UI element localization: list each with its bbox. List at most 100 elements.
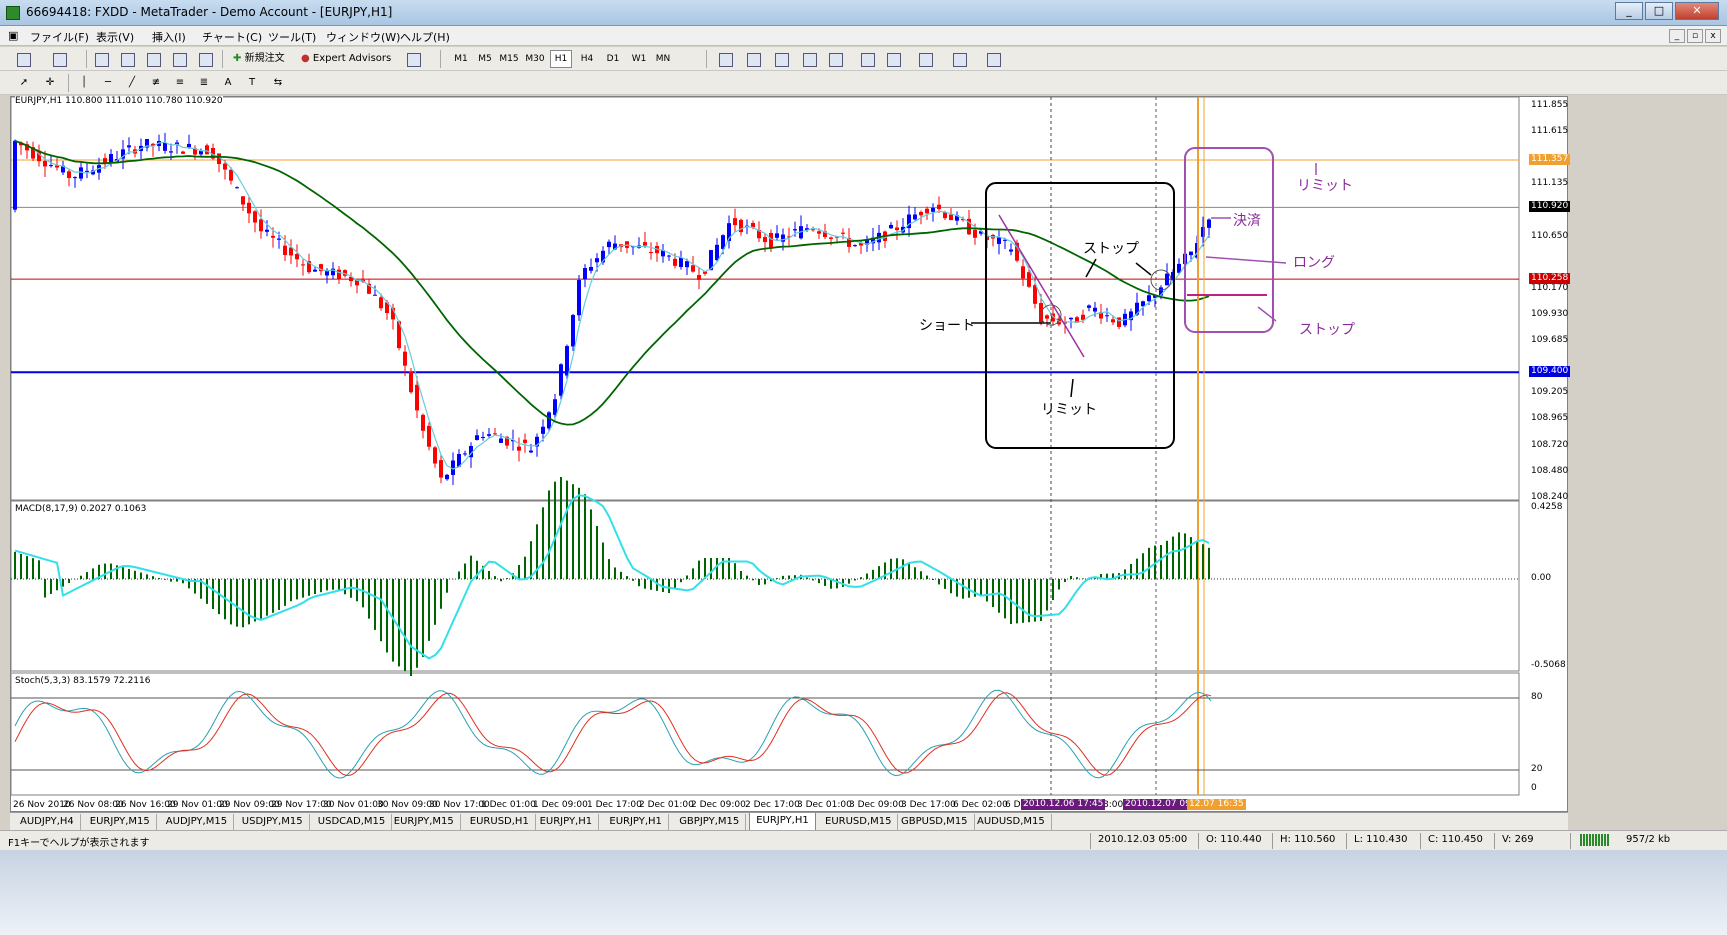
candle: [199, 151, 203, 155]
maximize-button[interactable]: □: [1645, 2, 1673, 20]
annotation-stop-1: ストップ: [1083, 241, 1139, 257]
chart-tab[interactable]: USDJPY,M15: [236, 814, 310, 830]
candle: [763, 237, 767, 243]
candle: [445, 474, 449, 480]
menu-tools[interactable]: ツール(T): [268, 29, 316, 45]
candle: [373, 294, 377, 296]
indicators-icon[interactable]: [916, 50, 936, 68]
chart-tab[interactable]: AUDUSD,M15: [971, 814, 1052, 830]
annotation-limit-1: リミット: [1041, 402, 1097, 418]
price-axis-label: 109.685: [1531, 335, 1569, 346]
fibo-fan-icon[interactable]: ≣: [194, 74, 214, 92]
data-window-icon[interactable]: [118, 50, 138, 68]
candle: [997, 237, 1001, 244]
menu-chart[interactable]: チャート(C): [202, 29, 262, 45]
price-axis-label: 110.650: [1531, 230, 1569, 241]
navigator-icon[interactable]: [144, 50, 164, 68]
new-chart-icon[interactable]: [14, 50, 34, 68]
tf-h4[interactable]: H4: [576, 50, 598, 68]
candle: [697, 275, 701, 280]
doc-icon: ▣: [8, 29, 19, 42]
terminal-icon[interactable]: [170, 50, 190, 68]
tf-m15[interactable]: M15: [498, 50, 520, 68]
candle: [691, 265, 695, 272]
chart-tab[interactable]: AUDJPY,M15: [160, 814, 235, 830]
chart-tab[interactable]: GBPUSD,M15: [895, 814, 975, 830]
candle: [1081, 314, 1085, 320]
menu-window[interactable]: ウィンドウ(W): [326, 29, 400, 45]
mdi-close-button[interactable]: x: [1705, 29, 1721, 43]
time-axis-label: 30 Nov 01:00: [323, 800, 384, 810]
candle: [415, 384, 419, 411]
chart-tab[interactable]: EURJPY,M15: [84, 814, 157, 830]
time-axis-label: 3 Dec 09:00: [849, 800, 904, 810]
price-axis-label: 108.240: [1531, 492, 1569, 502]
chart-tab[interactable]: USDCAD,M15: [312, 814, 393, 830]
text-icon[interactable]: A: [218, 74, 238, 92]
chart-tab[interactable]: EURUSD,H1: [464, 814, 536, 830]
chart-tab[interactable]: EURJPY,H1: [749, 813, 816, 831]
tf-h1[interactable]: H1: [550, 50, 572, 68]
chart-tab[interactable]: EURJPY,H1: [603, 814, 669, 830]
fibonacci-icon[interactable]: ≡: [170, 74, 190, 92]
crosshair-icon[interactable]: ✛: [40, 74, 60, 92]
candle: [751, 222, 755, 228]
candle: [403, 351, 407, 366]
candle: [937, 204, 941, 210]
tf-mn[interactable]: MN: [652, 50, 674, 68]
minimize-button[interactable]: _: [1615, 2, 1643, 20]
chart-tab[interactable]: EURJPY,H1: [534, 814, 600, 830]
time-axis-label: 26 Nov 2010: [13, 800, 71, 810]
price-axis-label: 111.615: [1531, 126, 1569, 137]
expert-advisors-button[interactable]: ● Expert Advisors: [296, 50, 396, 68]
strategy-tester-icon[interactable]: [196, 50, 216, 68]
templates-icon[interactable]: [984, 50, 1004, 68]
chart-shift-icon[interactable]: [884, 50, 904, 68]
candle: [235, 187, 239, 189]
candle-chart-icon[interactable]: [744, 50, 764, 68]
new-order-button[interactable]: ✚ 新規注文: [228, 50, 290, 68]
market-watch-icon[interactable]: [92, 50, 112, 68]
candle: [553, 399, 557, 415]
candle: [817, 231, 821, 234]
time-axis-label: 8:00: [1103, 800, 1124, 810]
horizontal-line-icon[interactable]: ─: [98, 74, 118, 92]
chart-tab[interactable]: EURJPY,M15: [388, 814, 461, 830]
close-button[interactable]: ✕: [1675, 2, 1719, 20]
channel-icon[interactable]: ≢: [146, 74, 166, 92]
menu-view[interactable]: 表示(V): [96, 29, 134, 45]
candle: [547, 412, 551, 429]
standard-toolbar: ✚ 新規注文 ● Expert Advisors M1 M5 M15 M30 H…: [0, 47, 1727, 71]
candle: [1033, 285, 1037, 304]
candle: [109, 154, 113, 163]
profiles-icon[interactable]: [50, 50, 70, 68]
periods-icon[interactable]: [950, 50, 970, 68]
menu-insert[interactable]: 挿入(I): [152, 29, 186, 45]
alert-icon[interactable]: [404, 50, 424, 68]
mdi-restore-button[interactable]: ▫: [1687, 29, 1703, 43]
menu-help[interactable]: ヘルプ(H): [400, 29, 450, 45]
mdi-minimize-button[interactable]: _: [1669, 29, 1685, 43]
text-label-icon[interactable]: T: [242, 74, 262, 92]
auto-scroll-icon[interactable]: [858, 50, 878, 68]
zoom-in-icon[interactable]: [800, 50, 820, 68]
tf-m30[interactable]: M30: [524, 50, 546, 68]
zoom-out-icon[interactable]: [826, 50, 846, 68]
bar-chart-icon[interactable]: [716, 50, 736, 68]
trendline-icon[interactable]: ╱: [122, 74, 142, 92]
tf-m5[interactable]: M5: [474, 50, 496, 68]
chart-tab[interactable]: AUDJPY,H4: [14, 814, 81, 830]
tf-w1[interactable]: W1: [628, 50, 650, 68]
vertical-line-icon[interactable]: │: [74, 74, 94, 92]
cursor-icon[interactable]: ➚: [14, 74, 34, 92]
menu-file[interactable]: ファイル(F): [30, 29, 89, 45]
tf-d1[interactable]: D1: [602, 50, 624, 68]
candle: [607, 241, 611, 248]
tf-m1[interactable]: M1: [450, 50, 472, 68]
chart-canvas[interactable]: [11, 97, 1569, 813]
chart-window[interactable]: EURJPY,H1 110.800 111.010 110.780 110.92…: [10, 96, 1571, 813]
chart-tab[interactable]: GBPJPY,M15: [673, 814, 747, 830]
line-chart-icon[interactable]: [772, 50, 792, 68]
chart-tab[interactable]: EURUSD,M15: [819, 814, 899, 830]
arrows-icon[interactable]: ⇆: [266, 74, 290, 92]
